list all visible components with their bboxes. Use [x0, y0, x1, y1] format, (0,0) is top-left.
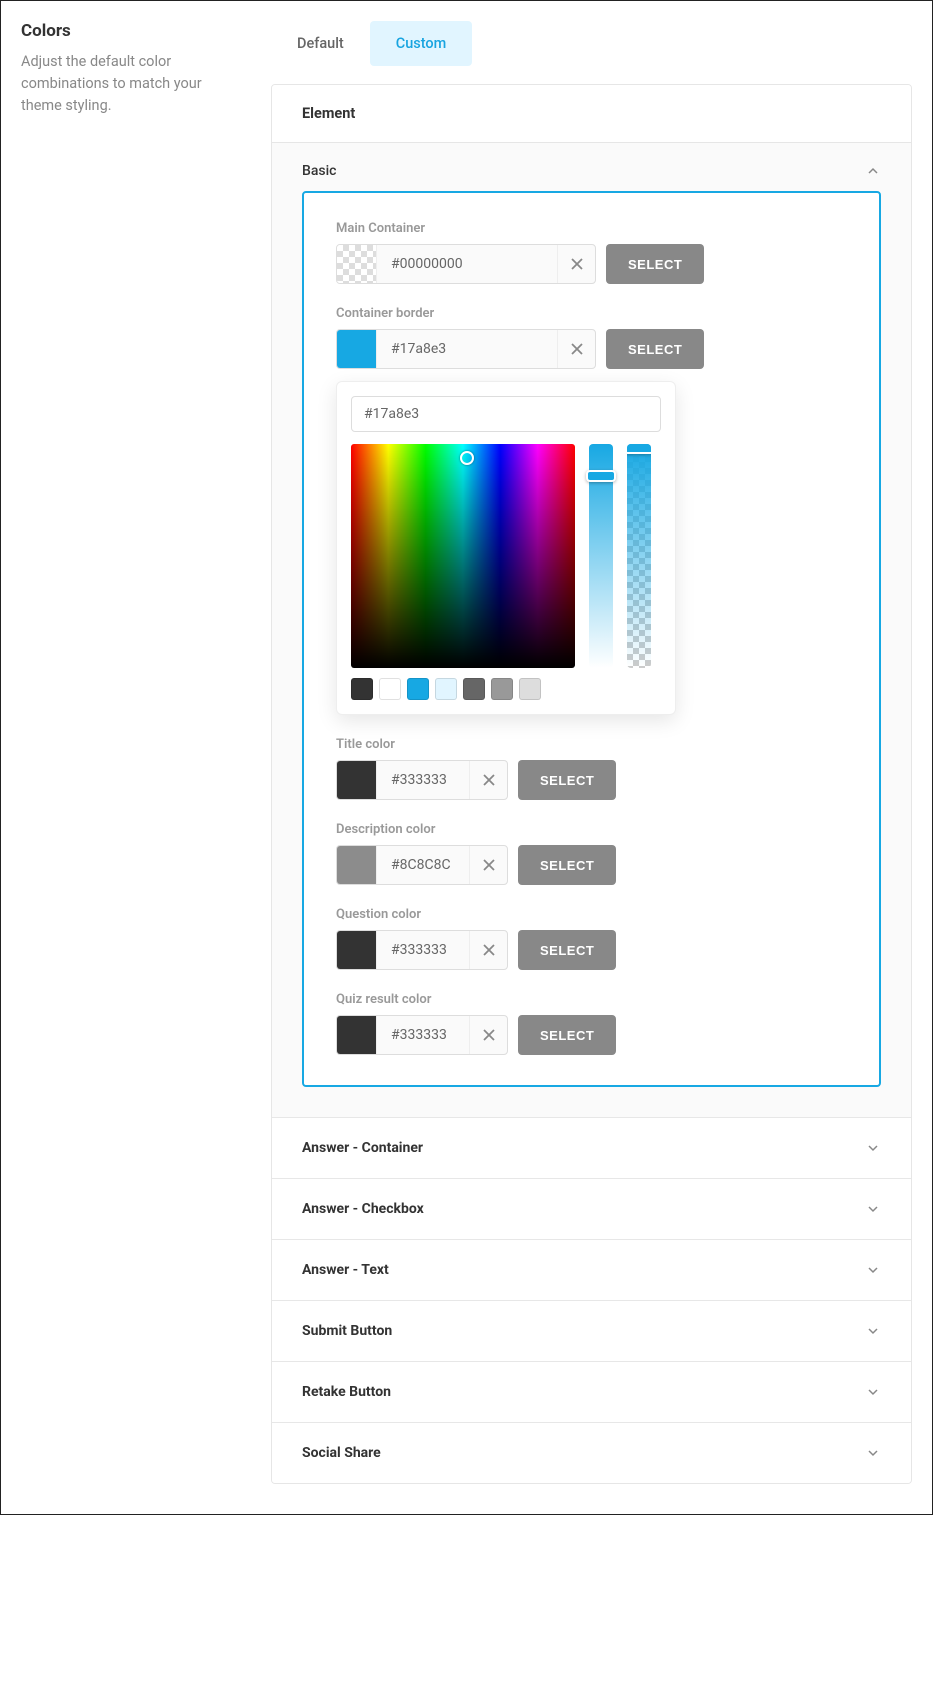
picker-sv-cursor[interactable] — [460, 451, 474, 465]
title-color-swatch[interactable] — [337, 761, 377, 799]
accordion-label: Answer - Text — [302, 1262, 389, 1278]
description-color-select[interactable]: SELECT — [518, 845, 616, 885]
close-icon — [483, 944, 495, 956]
preset-swatch[interactable] — [407, 678, 429, 700]
container-border-swatch[interactable] — [337, 330, 377, 368]
quiz-result-color-select[interactable]: SELECT — [518, 1015, 616, 1055]
accordion-answer-text[interactable]: Answer - Text — [272, 1240, 911, 1300]
chevron-down-icon — [865, 1445, 881, 1461]
question-color-select[interactable]: SELECT — [518, 930, 616, 970]
tabs: Default Custom — [271, 21, 912, 66]
accordion-basic[interactable]: Basic — [272, 143, 911, 191]
accordion-basic-label: Basic — [302, 163, 336, 179]
close-icon — [483, 774, 495, 786]
description-color-label: Description color — [336, 822, 847, 837]
title-color-input[interactable] — [377, 761, 469, 799]
main-container-input[interactable] — [377, 245, 557, 283]
container-border-label: Container border — [336, 306, 847, 321]
accordion-label: Answer - Container — [302, 1140, 423, 1156]
tab-custom[interactable]: Custom — [370, 21, 473, 66]
accordion-label: Answer - Checkbox — [302, 1201, 424, 1217]
picker-presets — [351, 678, 661, 700]
preset-swatch[interactable] — [379, 678, 401, 700]
close-icon — [571, 258, 583, 270]
question-color-clear[interactable] — [469, 931, 507, 969]
accordion-label: Social Share — [302, 1445, 381, 1461]
chevron-down-icon — [865, 1384, 881, 1400]
chevron-down-icon — [865, 1201, 881, 1217]
quiz-result-color-label: Quiz result color — [336, 992, 847, 1007]
question-color-label: Question color — [336, 907, 847, 922]
close-icon — [483, 1029, 495, 1041]
preset-swatch[interactable] — [351, 678, 373, 700]
chevron-down-icon — [865, 1140, 881, 1156]
accordion-answer-checkbox[interactable]: Answer - Checkbox — [272, 1179, 911, 1239]
picker-lightness-slider[interactable] — [589, 444, 613, 668]
section-description: Adjust the default color combinations to… — [21, 51, 241, 116]
main-container-label: Main Container — [336, 221, 847, 236]
question-color-swatch[interactable] — [337, 931, 377, 969]
chevron-up-icon — [865, 163, 881, 179]
chevron-down-icon — [865, 1323, 881, 1339]
preset-swatch[interactable] — [491, 678, 513, 700]
quiz-result-color-input[interactable] — [377, 1016, 469, 1054]
description-color-clear[interactable] — [469, 846, 507, 884]
panel-header: Element — [272, 85, 911, 143]
section-title: Colors — [21, 21, 241, 41]
main-container-select[interactable]: SELECT — [606, 244, 704, 284]
question-color-input[interactable] — [377, 931, 469, 969]
accordion-label: Retake Button — [302, 1384, 391, 1400]
main-container-swatch[interactable] — [337, 245, 377, 283]
accordion-submit-button[interactable]: Submit Button — [272, 1301, 911, 1361]
accordion-social-share[interactable]: Social Share — [272, 1423, 911, 1483]
close-icon — [571, 343, 583, 355]
description-color-input[interactable] — [377, 846, 469, 884]
tab-default[interactable]: Default — [271, 21, 370, 66]
picker-alpha-thumb[interactable] — [627, 444, 651, 454]
color-picker — [336, 381, 676, 715]
picker-lightness-thumb[interactable] — [586, 470, 616, 482]
accordion-retake-button[interactable]: Retake Button — [272, 1362, 911, 1422]
main-container-clear[interactable] — [557, 245, 595, 283]
quiz-result-color-swatch[interactable] — [337, 1016, 377, 1054]
accordion-label: Submit Button — [302, 1323, 392, 1339]
picker-alpha-slider[interactable] — [627, 444, 651, 668]
accordion-answer-container[interactable]: Answer - Container — [272, 1118, 911, 1178]
picker-sv-area[interactable] — [351, 444, 575, 668]
description-color-swatch[interactable] — [337, 846, 377, 884]
title-color-label: Title color — [336, 737, 847, 752]
close-icon — [483, 859, 495, 871]
preset-swatch[interactable] — [463, 678, 485, 700]
title-color-select[interactable]: SELECT — [518, 760, 616, 800]
container-border-select[interactable]: SELECT — [606, 329, 704, 369]
container-border-input[interactable] — [377, 330, 557, 368]
picker-hex-input[interactable] — [351, 396, 661, 432]
preset-swatch[interactable] — [519, 678, 541, 700]
chevron-down-icon — [865, 1262, 881, 1278]
container-border-clear[interactable] — [557, 330, 595, 368]
preset-swatch[interactable] — [435, 678, 457, 700]
quiz-result-color-clear[interactable] — [469, 1016, 507, 1054]
title-color-clear[interactable] — [469, 761, 507, 799]
